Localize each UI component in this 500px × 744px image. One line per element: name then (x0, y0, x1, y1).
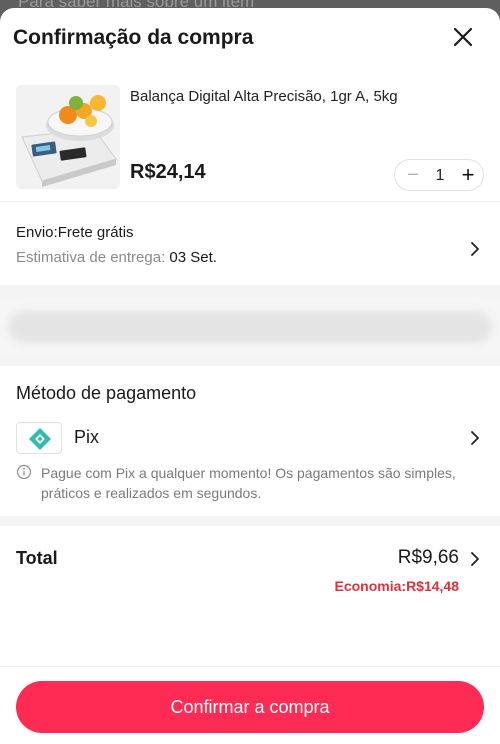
chevron-right-icon (470, 242, 480, 256)
pix-icon (29, 428, 51, 450)
blurred-content (8, 311, 492, 343)
payment-method-label: Pix (74, 427, 100, 447)
quantity-value[interactable]: 1 (429, 165, 451, 187)
plus-icon[interactable]: + (458, 163, 478, 187)
section-gap (0, 516, 500, 526)
total-section[interactable]: Total R$9,66 Economia:R$14,48 (0, 533, 500, 613)
section-gap (0, 285, 500, 297)
payment-method-pix[interactable]: Pix (0, 414, 500, 464)
product-row: Balança Digital Alta Precisão, 1gr A, 5k… (0, 82, 500, 202)
delivery-estimate-label: Estimativa de entrega: (16, 249, 170, 266)
info-icon (16, 464, 32, 480)
blurred-address-section (0, 297, 500, 355)
payment-note: Pague com Pix a qualquer momento! Os pag… (41, 465, 456, 501)
product-image (16, 85, 120, 189)
minus-icon[interactable]: − (403, 163, 423, 187)
confirm-purchase-button[interactable]: Confirmar a compra (16, 681, 484, 733)
close-button[interactable] (452, 26, 474, 48)
product-name: Balança Digital Alta Precisão, 1gr A, 5k… (130, 88, 398, 105)
delivery-date: 03 Set. (169, 249, 217, 266)
pix-logo (16, 422, 62, 454)
footer-bar: Confirmar a compra (0, 666, 500, 744)
total-label: Total (16, 548, 58, 568)
product-price: R$24,14 (130, 161, 206, 183)
page-title: Confirmação da compra (13, 26, 254, 49)
chevron-right-icon (470, 552, 480, 566)
savings-text: Economia:R$14,48 (334, 578, 460, 594)
close-icon (453, 27, 473, 47)
shipping-title: Envio:Frete grátis (16, 224, 134, 241)
payment-title: Método de pagamento (16, 383, 197, 403)
sheet-header: Confirmação da compra (0, 8, 500, 74)
payment-section: Método de pagamento Pix Pague com Pix a … (0, 366, 500, 516)
delivery-estimate: Estimativa de entrega: 03 Set. (16, 249, 217, 266)
shipping-row[interactable]: Envio:Frete grátis Estimativa de entrega… (0, 211, 500, 285)
purchase-confirmation-sheet: Confirmação da compra Balança Digital Al… (0, 8, 500, 744)
divider (0, 201, 500, 202)
chevron-right-icon (470, 431, 480, 445)
section-gap (0, 355, 500, 366)
total-value: R$9,66 (397, 547, 459, 568)
quantity-stepper: − 1 + (394, 159, 484, 191)
